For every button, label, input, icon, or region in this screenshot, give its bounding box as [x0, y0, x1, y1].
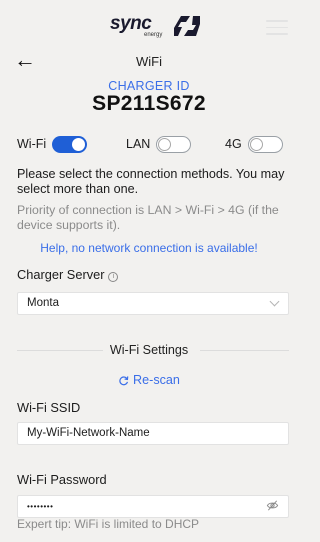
page-title: WiFi: [136, 54, 162, 69]
lan-toggle[interactable]: [156, 135, 192, 153]
charger-server-select[interactable]: Monta: [17, 292, 289, 315]
charger-server-value: Monta: [27, 297, 59, 309]
info-icon[interactable]: i: [108, 272, 119, 282]
menu-icon[interactable]: [266, 20, 288, 36]
charger-server-label: Charger Server i: [17, 267, 119, 282]
wifi-password-value: ••••••••: [27, 502, 54, 511]
wifi-password-input[interactable]: ••••••••: [17, 495, 289, 518]
wifi-ssid-label: Wi-Fi SSID: [17, 400, 81, 415]
logo-subtext: energy: [144, 32, 163, 38]
rescan-label: Re-scan: [133, 373, 180, 387]
divider-right: [200, 350, 289, 351]
logo-mark-icon: [174, 16, 200, 36]
expert-tip: Expert tip: WiFi is limited to DHCP: [17, 517, 200, 531]
charger-id-label: CHARGER ID: [108, 79, 190, 93]
wifi-ssid-input[interactable]: My-WiFi-Network-Name: [17, 422, 289, 445]
wifi-toggle[interactable]: [52, 135, 88, 153]
lan-toggle-group: LAN: [126, 135, 192, 153]
connection-instructions: Please select the connection methods. Yo…: [17, 167, 285, 196]
wifi-password-label: Wi-Fi Password: [17, 472, 107, 487]
sync-energy-logo: sync energy: [110, 13, 202, 41]
lan-toggle-label: LAN: [126, 137, 151, 151]
wifi-toggle-label: Wi-Fi: [17, 137, 47, 151]
charger-server-label-text: Charger Server: [17, 267, 105, 282]
charger-id-value: SP211S672: [92, 92, 206, 115]
4g-toggle-group: 4G: [225, 135, 283, 153]
wifi-toggle-group: Wi-Fi: [17, 135, 88, 153]
refresh-icon: [119, 376, 129, 386]
wifi-ssid-value: My-WiFi-Network-Name: [27, 427, 150, 439]
eye-slash-icon[interactable]: [266, 499, 279, 512]
chevron-down-icon: [269, 296, 280, 307]
network-warning: Help, no network connection is available…: [40, 241, 258, 255]
priority-note: Priority of connection is LAN > Wi-Fi > …: [17, 203, 279, 232]
4g-toggle[interactable]: [247, 135, 283, 153]
top-bar: sync energy: [0, 0, 298, 46]
rescan-button[interactable]: Re-scan: [0, 373, 298, 387]
4g-toggle-label: 4G: [225, 137, 242, 151]
